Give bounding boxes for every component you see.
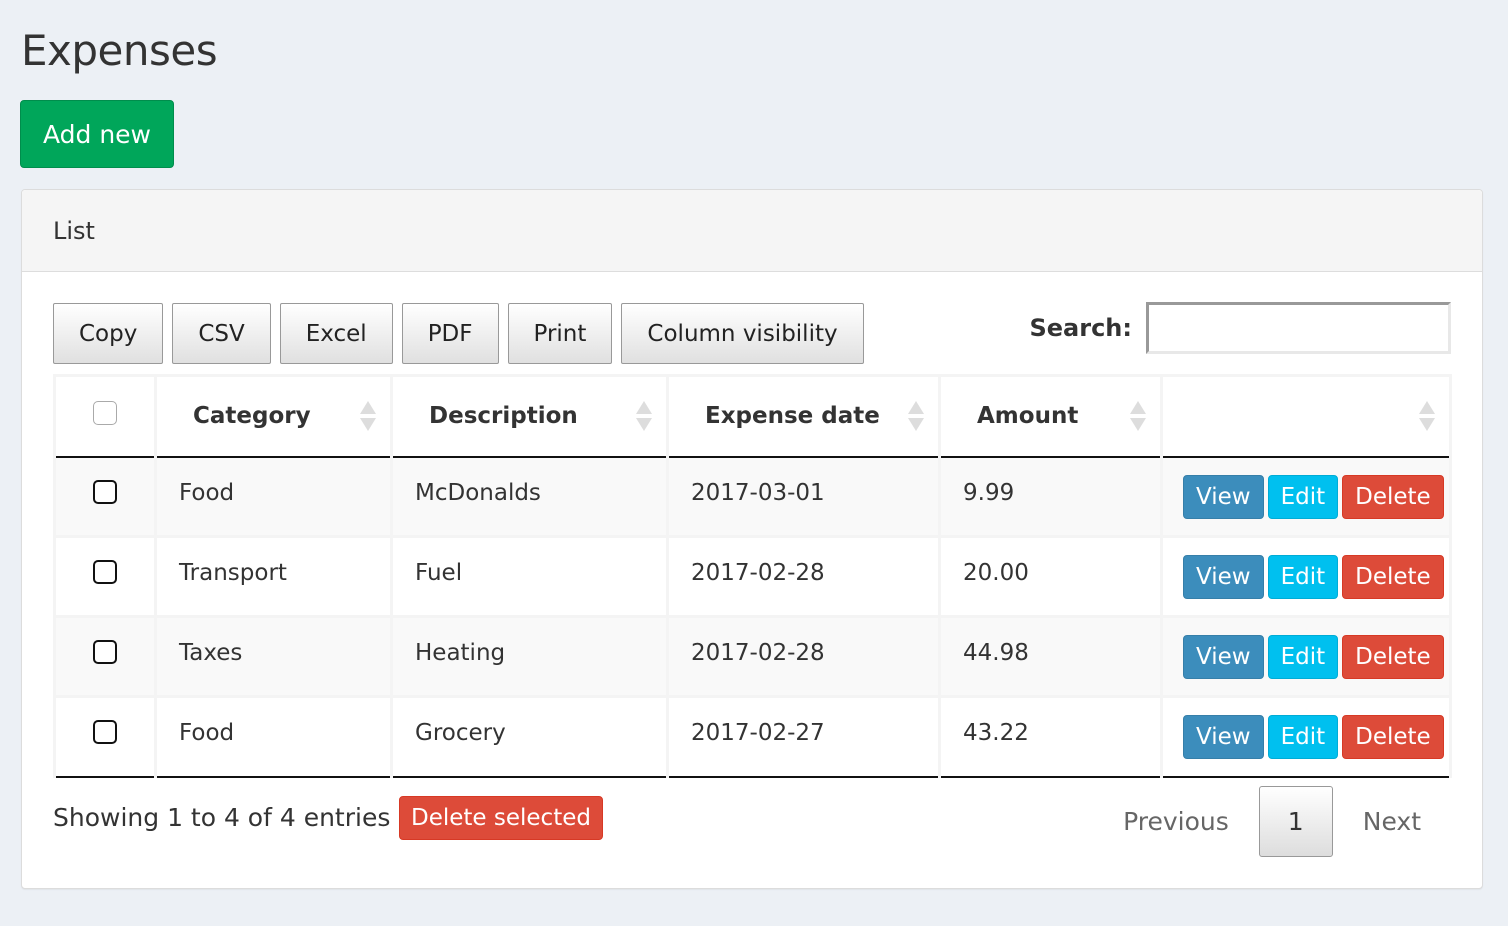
amount-cell: 43.22 bbox=[938, 696, 1163, 778]
table-info: Showing 1 to 4 of 4 entries bbox=[53, 803, 391, 832]
search-input[interactable] bbox=[1146, 302, 1451, 354]
category-cell: Transport bbox=[154, 536, 393, 618]
description-cell: McDonalds bbox=[390, 456, 669, 538]
category-cell: Food bbox=[154, 456, 393, 538]
delete-button[interactable]: Delete bbox=[1342, 635, 1444, 679]
column-header-description[interactable]: Description bbox=[390, 374, 669, 458]
page-1-button[interactable]: 1 bbox=[1258, 786, 1333, 857]
date-cell: 2017-03-01 bbox=[666, 456, 941, 538]
row-checkbox[interactable] bbox=[93, 720, 117, 744]
excel-button[interactable]: Excel bbox=[279, 303, 393, 364]
row-select-cell bbox=[53, 456, 157, 538]
column-header-expense-date[interactable]: Expense date bbox=[666, 374, 941, 458]
category-cell: Food bbox=[154, 696, 393, 778]
next-page-button[interactable]: Next bbox=[1333, 786, 1451, 857]
table-row: Taxes Heating 2017-02-28 44.98 View Edit… bbox=[53, 616, 1452, 698]
copy-button[interactable]: Copy bbox=[53, 303, 164, 364]
view-button[interactable]: View bbox=[1183, 474, 1264, 519]
print-button[interactable]: Print bbox=[507, 303, 613, 364]
date-cell: 2017-02-27 bbox=[666, 696, 941, 778]
edit-button[interactable]: Edit bbox=[1267, 555, 1339, 599]
sort-icon bbox=[636, 401, 652, 432]
table-row: Food McDonalds 2017-03-01 9.99 View Edit… bbox=[53, 456, 1452, 538]
table-header-row: Category Description Expense date Amount bbox=[53, 374, 1452, 458]
actions-cell: View Edit Delete bbox=[1160, 456, 1452, 538]
export-toolbar: Copy CSV Excel PDF Print Column visibili… bbox=[53, 303, 864, 364]
table-row: Food Grocery 2017-02-27 43.22 View Edit … bbox=[53, 696, 1452, 778]
sort-icon bbox=[360, 401, 376, 432]
delete-button[interactable]: Delete bbox=[1342, 474, 1444, 519]
pdf-button[interactable]: PDF bbox=[401, 303, 499, 364]
sort-icon bbox=[1130, 401, 1146, 432]
description-cell: Heating bbox=[390, 616, 669, 698]
page-title: Expenses bbox=[21, 26, 218, 75]
expenses-table: Category Description Expense date Amount bbox=[53, 374, 1452, 778]
add-new-button[interactable]: Add new bbox=[20, 100, 174, 168]
view-button[interactable]: View bbox=[1183, 715, 1264, 759]
column-header-label: Category bbox=[193, 403, 311, 430]
row-checkbox[interactable] bbox=[93, 640, 117, 664]
row-checkbox[interactable] bbox=[93, 479, 117, 504]
category-cell: Taxes bbox=[154, 616, 393, 698]
csv-button[interactable]: CSV bbox=[172, 303, 271, 364]
sort-icon bbox=[1419, 401, 1435, 432]
column-header-amount[interactable]: Amount bbox=[938, 374, 1163, 458]
row-checkbox[interactable] bbox=[93, 560, 117, 584]
column-header-category[interactable]: Category bbox=[154, 374, 393, 458]
row-select-cell bbox=[53, 536, 157, 618]
date-cell: 2017-02-28 bbox=[666, 616, 941, 698]
select-all-checkbox[interactable] bbox=[92, 401, 117, 426]
search-label: Search: bbox=[1029, 314, 1132, 342]
actions-cell: View Edit Delete bbox=[1160, 536, 1452, 618]
column-header-actions[interactable] bbox=[1160, 374, 1452, 458]
sort-icon bbox=[908, 401, 924, 432]
actions-cell: View Edit Delete bbox=[1160, 616, 1452, 698]
amount-cell: 9.99 bbox=[938, 456, 1163, 538]
table-row: Transport Fuel 2017-02-28 20.00 View Edi… bbox=[53, 536, 1452, 618]
delete-button[interactable]: Delete bbox=[1342, 715, 1444, 759]
search-box: Search: bbox=[1029, 302, 1451, 354]
amount-cell: 44.98 bbox=[938, 616, 1163, 698]
panel-heading: List bbox=[22, 190, 1482, 272]
select-all-header bbox=[53, 374, 157, 458]
column-header-label: Amount bbox=[977, 403, 1079, 430]
list-panel: List Copy CSV Excel PDF Print Column vis… bbox=[21, 189, 1483, 889]
previous-page-button[interactable]: Previous bbox=[1093, 786, 1259, 857]
edit-button[interactable]: Edit bbox=[1267, 474, 1339, 519]
pagination: Previous 1 Next bbox=[1093, 786, 1451, 857]
delete-button[interactable]: Delete bbox=[1342, 555, 1444, 599]
row-select-cell bbox=[53, 616, 157, 698]
column-header-label: Description bbox=[429, 403, 578, 430]
description-cell: Grocery bbox=[390, 696, 669, 778]
amount-cell: 20.00 bbox=[938, 536, 1163, 618]
row-select-cell bbox=[53, 696, 157, 778]
edit-button[interactable]: Edit bbox=[1267, 635, 1339, 679]
description-cell: Fuel bbox=[390, 536, 669, 618]
actions-cell: View Edit Delete bbox=[1160, 696, 1452, 778]
edit-button[interactable]: Edit bbox=[1267, 715, 1339, 759]
delete-selected-button[interactable]: Delete selected bbox=[399, 796, 603, 840]
view-button[interactable]: View bbox=[1183, 555, 1264, 599]
column-visibility-button[interactable]: Column visibility bbox=[621, 303, 864, 364]
view-button[interactable]: View bbox=[1183, 635, 1264, 679]
column-header-label: Expense date bbox=[705, 403, 880, 430]
date-cell: 2017-02-28 bbox=[666, 536, 941, 618]
